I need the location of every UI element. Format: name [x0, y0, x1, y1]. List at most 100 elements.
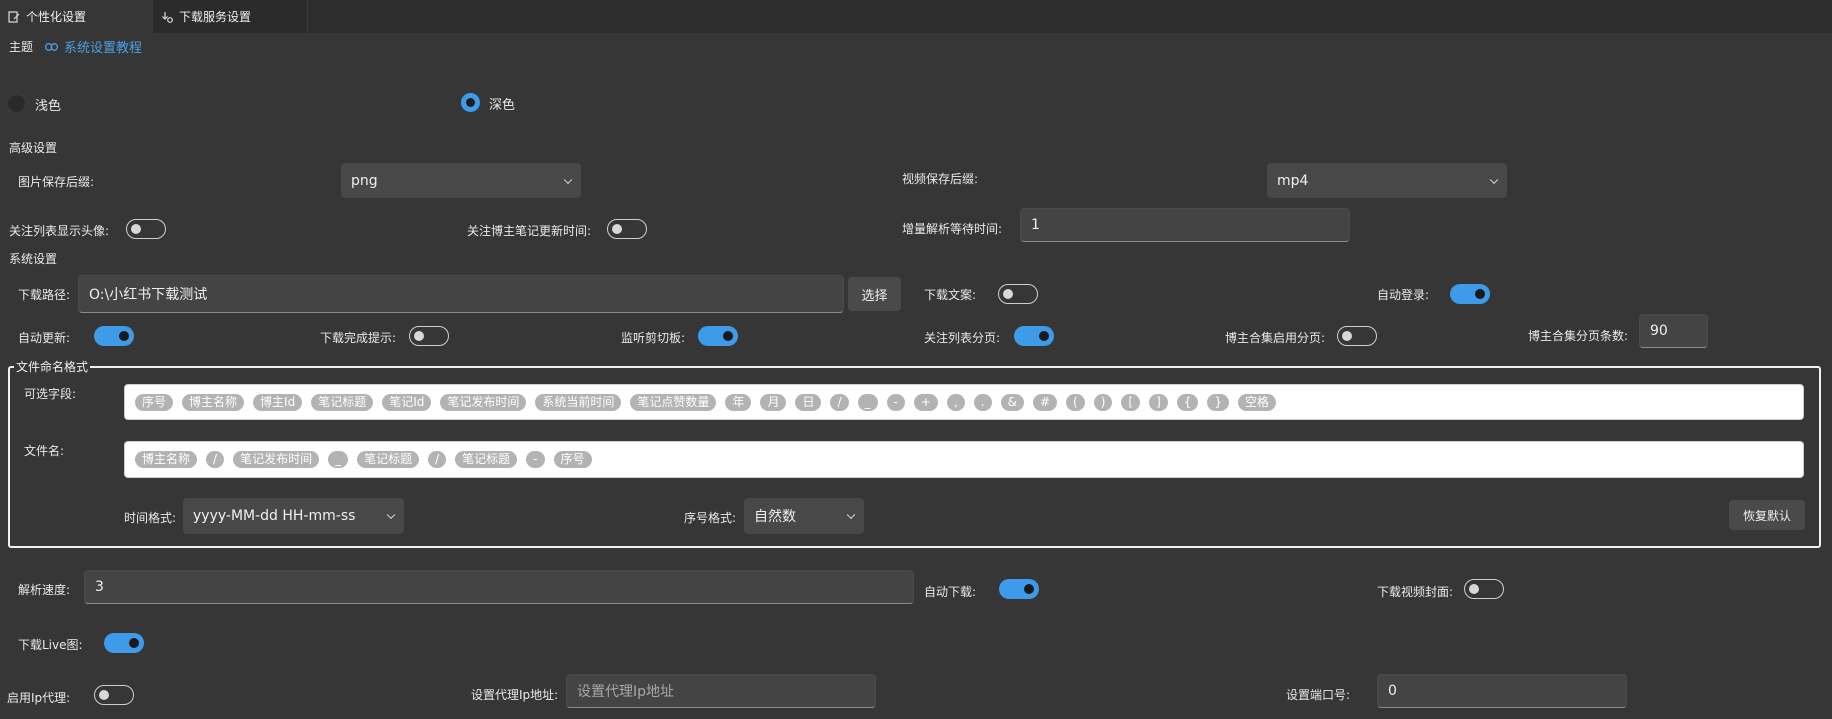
time-format-value: yyyy-MM-dd HH-mm-ss	[193, 508, 356, 524]
light-theme-label: 浅色	[35, 99, 62, 114]
optional-field-chip[interactable]: 博主Id	[253, 393, 303, 411]
page-size-input[interactable]: 90	[1639, 314, 1708, 348]
filename-field-chip[interactable]: /	[206, 451, 225, 468]
incremental-wait-input[interactable]: 1	[1020, 208, 1350, 242]
auto-login-toggle[interactable]	[1450, 284, 1490, 304]
optional-field-chip[interactable]: 博主名称	[182, 393, 245, 411]
optional-field-chip[interactable]: [	[1121, 393, 1141, 411]
show-avatar-toggle[interactable]	[126, 219, 166, 239]
chevron-down-icon	[1489, 175, 1499, 184]
parse-speed-value: 3	[95, 579, 104, 595]
filename-field-chip[interactable]: 博主名称	[135, 451, 198, 468]
seq-format-label: 序号格式:	[684, 511, 737, 525]
optional-field-chip[interactable]: _	[857, 393, 878, 411]
enable-proxy-toggle[interactable]	[94, 685, 134, 705]
update-time-toggle[interactable]	[607, 219, 647, 239]
optional-field-chip[interactable]: 序号	[135, 393, 174, 411]
download-live-toggle[interactable]	[104, 633, 144, 653]
link-icon	[45, 42, 58, 51]
download-path-value: O:\小红书下载测试	[89, 287, 208, 303]
choose-path-button[interactable]: 选择	[848, 277, 901, 311]
optional-field-chip[interactable]: +	[913, 393, 938, 411]
download-path-input[interactable]: O:\小红书下载测试	[78, 275, 844, 313]
collection-paging-toggle[interactable]	[1337, 326, 1377, 346]
optional-field-chip[interactable]: (	[1066, 393, 1085, 411]
tab-download-service[interactable]: 下载服务设置	[153, 0, 308, 33]
filename-field-chip[interactable]: /	[428, 451, 447, 468]
download-copy-toggle[interactable]	[998, 284, 1038, 304]
optional-field-chip[interactable]: 笔记发布时间	[440, 393, 527, 411]
optional-field-chip[interactable]: 月	[760, 393, 787, 411]
incremental-wait-label: 增量解析等待时间:	[902, 222, 1003, 236]
port-label: 设置端口号:	[1286, 688, 1351, 702]
optional-field-chip[interactable]: /	[830, 393, 849, 411]
chevron-down-icon	[563, 175, 573, 184]
auto-login-label: 自动登录:	[1377, 288, 1430, 302]
optional-field-chip[interactable]: ]	[1149, 393, 1168, 411]
parse-speed-input[interactable]: 3	[84, 570, 914, 604]
filename-field-chip[interactable]: 笔记标题	[455, 451, 518, 468]
optional-field-chip[interactable]: ,	[946, 393, 965, 411]
proxy-address-label: 设置代理Ip地址:	[471, 688, 559, 702]
optional-field-chip[interactable]: 笔记标题	[311, 393, 374, 411]
optional-fields-box: 序号 博主名称 博主Id 笔记标题 笔记Id 笔记发布时间 系统当前时间 笔记点赞数量年月日 /…	[124, 384, 1804, 420]
tab-label: 个性化设置	[26, 10, 87, 24]
optional-field-chip[interactable]: 空格	[1238, 393, 1277, 411]
tutorial-link-text: 系统设置教程	[64, 41, 143, 56]
download-cover-toggle[interactable]	[1464, 579, 1504, 599]
video-suffix-select[interactable]: mp4	[1267, 163, 1507, 198]
filename-field-chip[interactable]: 序号	[553, 451, 592, 468]
show-avatar-label: 关注列表显示头像:	[9, 224, 110, 238]
time-format-select[interactable]: yyyy-MM-dd HH-mm-ss	[183, 498, 404, 534]
auto-download-toggle[interactable]	[999, 579, 1039, 599]
optional-field-chip[interactable]: )	[1093, 393, 1113, 411]
incremental-wait-value: 1	[1031, 217, 1040, 233]
optional-field-chip[interactable]: #	[1032, 393, 1058, 411]
tutorial-link[interactable]: 系统设置教程	[45, 37, 142, 56]
filename-fields-box[interactable]: 博主名称 / 笔记发布时间 _ 笔记标题 / 笔记标题 - 序号	[124, 441, 1804, 478]
download-path-label: 下载路径:	[18, 288, 71, 302]
reset-default-button[interactable]: 恢复默认	[1729, 500, 1805, 530]
enable-proxy-label: 启用Ip代理:	[7, 691, 71, 705]
clipboard-toggle[interactable]	[698, 326, 738, 346]
auto-download-label: 自动下载:	[924, 585, 977, 599]
optional-field-chip[interactable]: 系统当前时间	[535, 393, 622, 411]
time-format-label: 时间格式:	[124, 511, 177, 525]
seq-format-select[interactable]: 自然数	[744, 498, 864, 534]
parse-speed-label: 解析速度:	[18, 583, 71, 597]
filename-label: 文件名:	[24, 444, 65, 458]
optional-field-chip[interactable]: }	[1207, 393, 1230, 411]
auto-update-toggle[interactable]	[94, 326, 134, 346]
follow-paging-label: 关注列表分页:	[924, 331, 1001, 345]
light-theme-radio[interactable]	[7, 94, 26, 113]
seq-format-value: 自然数	[754, 509, 796, 525]
advanced-section-title: 高级设置	[9, 141, 58, 155]
optional-field-chip[interactable]: 笔记点赞数量	[630, 393, 717, 411]
download-complete-label: 下载完成提示:	[320, 331, 397, 345]
video-suffix-label: 视频保存后缀:	[902, 172, 979, 186]
download-complete-toggle[interactable]	[409, 326, 449, 346]
filename-field-chip[interactable]: 笔记发布时间	[233, 451, 320, 468]
system-section-title: 系统设置	[9, 252, 58, 266]
optional-field-chip[interactable]: 日	[795, 393, 822, 411]
dark-theme-radio[interactable]	[461, 93, 480, 112]
tab-personalization[interactable]: 个性化设置	[0, 0, 153, 33]
filename-field-chip[interactable]: _	[328, 451, 349, 468]
filename-field-chip[interactable]: 笔记标题	[357, 451, 420, 468]
update-time-label: 关注博主笔记更新时间:	[467, 224, 592, 238]
optional-field-chip[interactable]: &	[1000, 393, 1024, 411]
optional-field-chip[interactable]: 年	[725, 393, 752, 411]
image-suffix-label: 图片保存后缀:	[18, 175, 95, 189]
optional-field-chip[interactable]: 笔记Id	[382, 393, 432, 411]
theme-label: 主题	[9, 40, 34, 54]
optional-field-chip[interactable]: .	[973, 393, 992, 411]
chevron-down-icon	[386, 510, 396, 520]
download-settings-icon	[162, 11, 173, 23]
proxy-address-input[interactable]: 设置代理Ip地址	[566, 674, 876, 708]
follow-paging-toggle[interactable]	[1014, 326, 1054, 346]
optional-field-chip[interactable]: {	[1176, 393, 1199, 411]
optional-field-chip[interactable]: -	[886, 393, 905, 411]
image-suffix-select[interactable]: png	[341, 163, 581, 198]
filename-field-chip[interactable]: -	[526, 451, 545, 468]
port-input[interactable]: 0	[1377, 674, 1627, 708]
